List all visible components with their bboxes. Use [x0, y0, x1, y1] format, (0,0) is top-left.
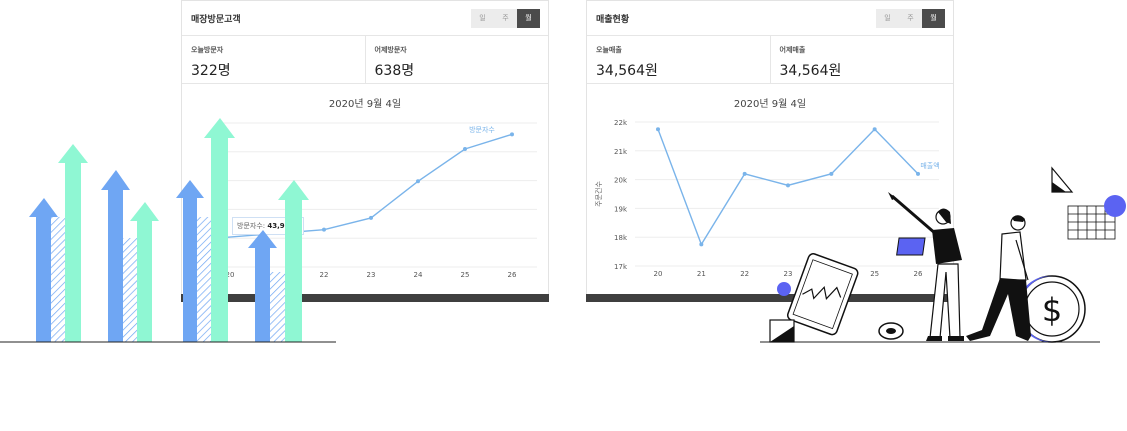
period-toggle: 일 주 월 [471, 8, 540, 28]
x-tick-label: 25 [461, 271, 470, 279]
business-people-illustration: $ [760, 166, 1126, 343]
y-tick-label: 20k [614, 177, 628, 185]
y-tick-label: 21k [614, 148, 628, 156]
stat-value: 34,564원 [779, 63, 842, 79]
data-point[interactable] [510, 132, 514, 137]
period-day-button[interactable]: 일 [471, 8, 494, 28]
y-tick-label: 18k [614, 234, 628, 242]
period-day-button[interactable]: 일 [876, 8, 899, 28]
period-month-button[interactable]: 월 [517, 8, 540, 28]
x-tick-label: 22 [740, 270, 749, 278]
sales-stats: 오늘매출 34,564원 어제매출 34,564원 [587, 36, 953, 84]
data-point[interactable] [656, 127, 660, 132]
data-point[interactable] [416, 179, 420, 184]
triangle-icon [1051, 166, 1074, 193]
x-tick-label: 24 [414, 271, 423, 279]
stat-label: 오늘매출 [596, 46, 622, 54]
y-axis-label: 주문건수 [594, 181, 603, 207]
purple-dot-icon [1104, 195, 1126, 217]
y-tick-label: 17k [614, 263, 628, 271]
data-point[interactable] [463, 147, 467, 151]
period-month-button[interactable]: 월 [922, 8, 945, 28]
man-pushing-coin-figure [966, 215, 1031, 341]
x-tick-label: 20 [654, 270, 663, 278]
stat-value: 34,564원 [596, 63, 658, 79]
x-tick-label: 21 [697, 270, 706, 278]
tablet-chart-icon [786, 253, 859, 336]
stat-label: 어제방문자 [374, 46, 407, 54]
series-label: 방문자수 [469, 125, 495, 134]
data-point[interactable] [742, 171, 747, 176]
data-point[interactable] [369, 215, 373, 220]
data-point[interactable] [872, 127, 877, 132]
period-week-button[interactable]: 주 [899, 8, 922, 28]
x-tick-label: 23 [367, 271, 376, 279]
stat-label: 어제매출 [779, 46, 806, 54]
y-tick-label: 19k [614, 205, 628, 213]
woman-with-laptop-figure [888, 192, 964, 341]
yesterday-visitors: 어제방문자 638명 [364, 36, 549, 83]
period-week-button[interactable]: 주 [494, 8, 517, 28]
y-tick-label: 22k [614, 119, 628, 127]
yesterday-sales: 어제매출 34,564원 [769, 36, 954, 83]
chart-title: 2020년 9월 4일 [733, 99, 807, 110]
today-sales: 오늘매출 34,564원 [587, 36, 770, 83]
data-point[interactable] [699, 242, 704, 247]
sales-card-header: 매출현황 일 주 월 [587, 1, 953, 36]
growth-arrows-illustration [0, 118, 336, 343]
stat-value: 638명 [374, 63, 415, 79]
x-tick-label: 26 [508, 271, 517, 279]
sales-card-title: 매출현황 [596, 14, 630, 25]
svg-text:$: $ [1042, 291, 1062, 329]
period-toggle: 일 주 월 [876, 8, 945, 28]
purple-dot-icon [777, 282, 791, 296]
